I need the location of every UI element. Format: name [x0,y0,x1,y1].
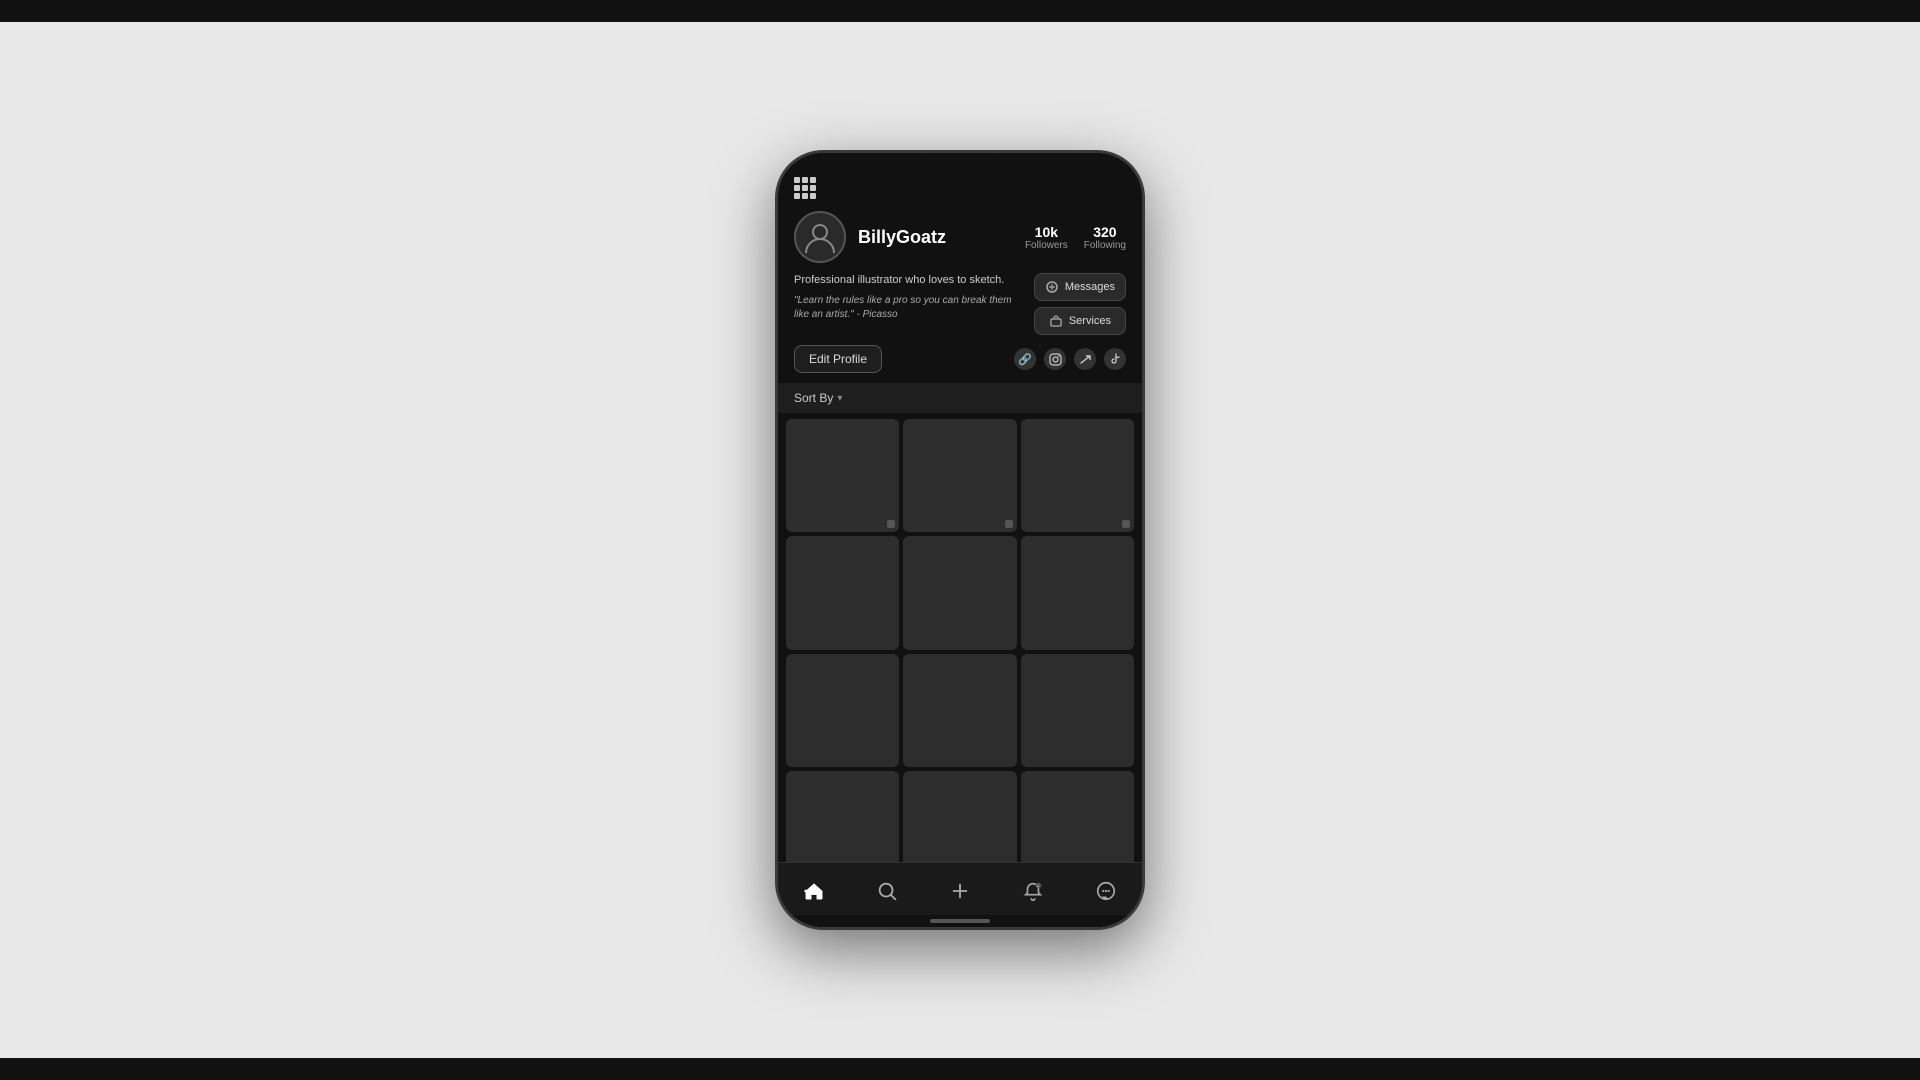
grid-item[interactable] [903,771,1016,862]
nav-add[interactable] [940,873,980,909]
followers-label: Followers [1025,240,1068,251]
link-icon[interactable]: 🔗 [1014,348,1036,370]
svg-text:+: + [1036,884,1039,889]
grid-item[interactable] [786,419,899,532]
chat-icon [1095,880,1117,902]
grid-item[interactable] [1021,536,1134,649]
home-bar [930,919,990,923]
bio-quote: "Learn the rules like a pro so you can b… [794,294,1024,322]
avatar-icon [802,219,838,255]
phone-frame: BillyGoatz 10k Followers 320 Following P… [775,150,1145,930]
services-icon [1049,314,1063,328]
nav-search[interactable] [867,873,907,909]
profile-top-row: BillyGoatz 10k Followers 320 Following [794,211,1126,263]
grid-item-badge [1122,520,1130,528]
grid-item[interactable] [903,654,1016,767]
page-bottom-bar [0,1058,1920,1080]
following-label: Following [1084,240,1126,251]
followers-count: 10k [1025,224,1068,240]
grid-item-badge [1005,520,1013,528]
grid-item[interactable] [786,536,899,649]
instagram-icon[interactable] [1044,348,1066,370]
sort-by-label: Sort By [794,391,833,405]
avatar[interactable] [794,211,846,263]
stats-container: 10k Followers 320 Following [1025,224,1126,251]
screen-header [778,169,1142,203]
home-icon [803,880,825,902]
username-label: BillyGoatz [858,227,1013,248]
social-icons-container: 🔗 [1014,348,1126,370]
following-count: 320 [1084,224,1126,240]
action-buttons-container: Messages Services [1034,273,1126,335]
grid-item[interactable] [903,536,1016,649]
phone-notch [920,157,1000,165]
bottom-navigation: + [778,862,1142,915]
grid-item-badge [887,520,895,528]
grid-item[interactable] [1021,771,1134,862]
grid-item[interactable] [903,419,1016,532]
grid-item[interactable] [786,771,899,862]
profile-footer: Edit Profile 🔗 [794,345,1126,373]
phone-top-bar [778,153,1142,169]
grid-menu-icon[interactable] [794,177,816,199]
sort-chevron-icon: ▾ [837,393,842,404]
nav-notifications[interactable]: + [1013,873,1053,909]
followers-stat: 10k Followers [1025,224,1068,251]
grid-item[interactable] [1021,654,1134,767]
edit-profile-button[interactable]: Edit Profile [794,345,882,373]
grid-item[interactable] [1021,419,1134,532]
bio-section: Professional illustrator who loves to sk… [794,273,1126,335]
sort-by-bar[interactable]: Sort By ▾ [778,383,1142,413]
messages-label: Messages [1065,281,1115,293]
twitter-icon[interactable] [1074,348,1096,370]
services-button[interactable]: Services [1034,307,1126,335]
messages-button[interactable]: Messages [1034,273,1126,301]
notifications-icon: + [1022,880,1044,902]
nav-home[interactable] [794,873,834,909]
bio-description: Professional illustrator who loves to sk… [794,273,1024,288]
following-stat: 320 Following [1084,224,1126,251]
home-indicator [778,915,1142,927]
tiktok-icon[interactable] [1104,348,1126,370]
nav-messages[interactable] [1086,873,1126,909]
content-grid [778,415,1142,862]
page-top-bar [0,0,1920,22]
search-icon [876,880,898,902]
grid-item[interactable] [786,654,899,767]
services-label: Services [1069,315,1111,327]
profile-section: BillyGoatz 10k Followers 320 Following P… [778,203,1142,383]
add-icon [949,880,971,902]
messages-icon [1045,280,1059,294]
bio-text-container: Professional illustrator who loves to sk… [794,273,1024,335]
phone-screen: BillyGoatz 10k Followers 320 Following P… [778,169,1142,927]
